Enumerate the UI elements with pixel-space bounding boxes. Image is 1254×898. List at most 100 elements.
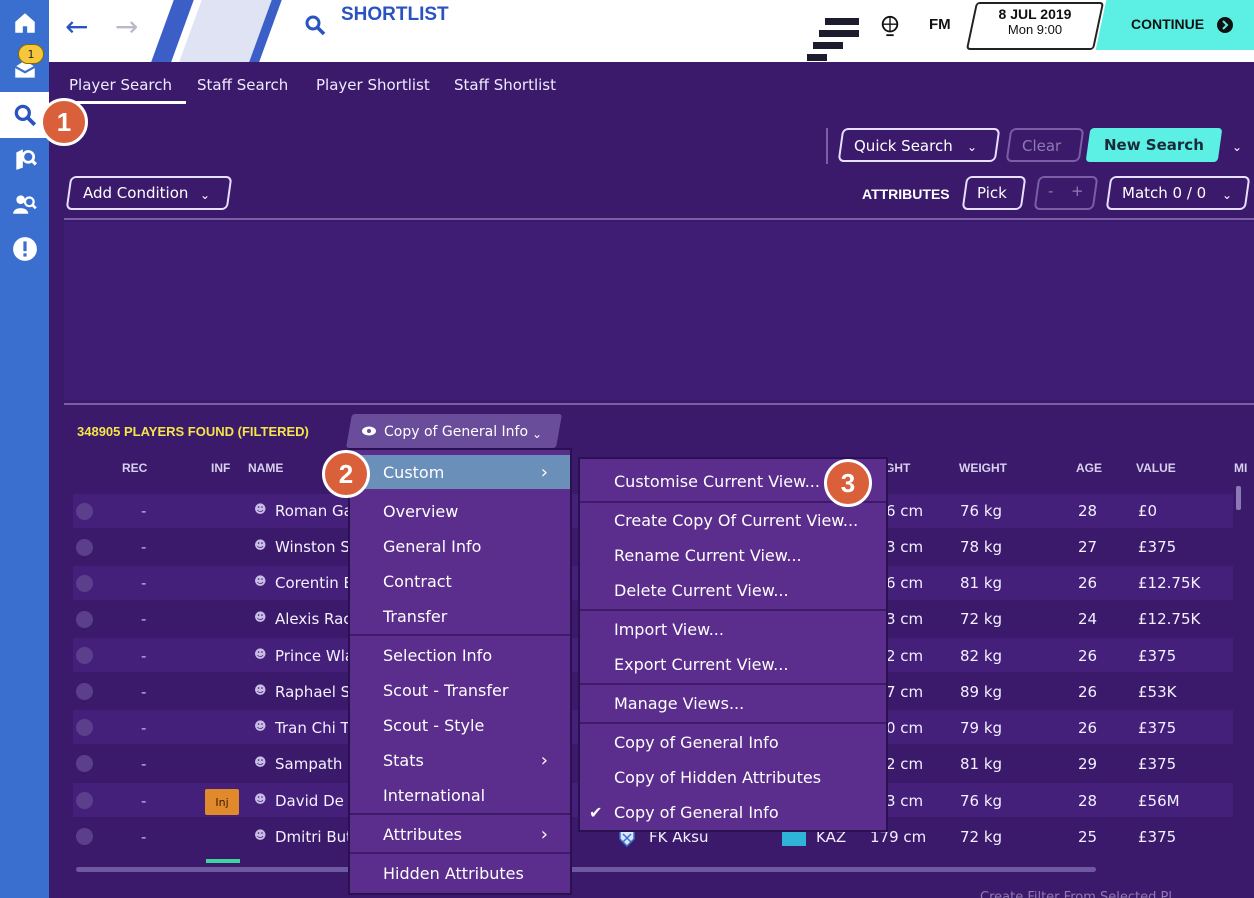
checkmark-icon[interactable] — [76, 683, 93, 700]
column-header-age[interactable]: AGE — [1076, 461, 1102, 475]
menu-item-general-info[interactable]: General Info — [350, 529, 570, 563]
cell-name[interactable]: Alexis Rac — [275, 610, 352, 628]
menu-item-copy-of-hidden-attributes[interactable]: Copy of Hidden Attributes — [580, 760, 886, 794]
forward-arrow-icon[interactable]: → — [115, 10, 138, 43]
minus-button[interactable]: - — [1048, 182, 1053, 200]
menu-item-manage-views[interactable]: Manage Views... — [580, 686, 886, 720]
cell-height: 2 cm — [886, 647, 924, 665]
checkmark-icon[interactable] — [76, 539, 93, 556]
home-icon[interactable] — [0, 0, 49, 46]
cell-value: £375 — [1138, 647, 1177, 665]
checkmark-icon[interactable] — [76, 575, 93, 592]
alert-icon[interactable] — [0, 226, 49, 272]
menu-item-copy-of-general-info-selected[interactable]: ✔ Copy of General Info — [580, 795, 886, 829]
chevron-down-icon[interactable]: ⌄ — [1232, 140, 1242, 154]
cell-weight: 82 kg — [960, 647, 1003, 665]
plus-button[interactable]: + — [1071, 182, 1084, 200]
column-header-height[interactable]: GHT — [885, 461, 910, 475]
injury-badge[interactable]: Inj — [205, 789, 239, 815]
cell-value: £375 — [1138, 755, 1177, 773]
horizontal-scrollbar[interactable] — [76, 867, 1096, 872]
menu-item-scout-transfer[interactable]: Scout - Transfer — [350, 673, 570, 707]
menu-item-label: Overview — [383, 501, 459, 521]
checkmark-icon[interactable] — [76, 719, 93, 736]
cell-name[interactable]: Roman Ga — [275, 502, 353, 520]
cell-age: 26 — [1078, 647, 1098, 665]
menu-item-rename-view[interactable]: Rename Current View... — [580, 538, 886, 572]
column-header-inf[interactable]: INF — [211, 461, 230, 475]
vertical-scrollbar[interactable] — [1236, 486, 1241, 510]
menu-item-transfer[interactable]: Transfer — [350, 599, 570, 633]
person-icon: ☻ — [254, 792, 267, 806]
conditions-panel — [64, 222, 1254, 400]
checkmark-icon[interactable] — [76, 503, 93, 520]
cell-name[interactable]: Raphael S — [275, 683, 350, 701]
top-bar: ← → SHORTLIST FM 8 JUL 2019 Mon 9:00 CON… — [49, 0, 1254, 62]
cell-value: £53K — [1138, 683, 1177, 701]
minus-plus-stepper[interactable] — [1033, 176, 1099, 210]
menu-item-scout-style[interactable]: Scout - Style — [350, 708, 570, 742]
cell-name[interactable]: Winston S — [275, 538, 350, 556]
menu-item-delete-view[interactable]: Delete Current View... — [580, 573, 886, 607]
menu-separator — [580, 609, 886, 611]
cell-height: 3 cm — [886, 610, 924, 628]
globe-icon[interactable] — [879, 14, 901, 38]
checkmark-icon[interactable] — [76, 611, 93, 628]
tab-player-search[interactable]: Player Search — [69, 76, 172, 94]
person-icon: ☻ — [254, 755, 267, 769]
menu-item-hidden-attributes[interactable]: Hidden Attributes — [350, 856, 570, 890]
menu-item-selection-info[interactable]: Selection Info — [350, 638, 570, 672]
cell-name[interactable]: Prince Wla — [275, 647, 354, 665]
speed-stripe — [819, 30, 859, 37]
menu-item-label: Scout - Transfer — [383, 680, 509, 700]
menu-item-custom[interactable]: Custom › — [350, 455, 570, 489]
menu-item-import-view[interactable]: Import View... — [580, 612, 886, 646]
cell-name[interactable]: Tran Chi T — [275, 719, 350, 737]
column-header-more[interactable]: MI — [1234, 461, 1247, 475]
cell-age: 26 — [1078, 574, 1098, 592]
staff-search-icon[interactable] — [0, 181, 49, 227]
person-icon: ☻ — [254, 574, 267, 588]
callout-1: 1 — [40, 98, 88, 146]
cell-name[interactable]: Sampath I — [275, 755, 352, 773]
column-header-name[interactable]: NAME — [248, 461, 283, 475]
menu-item-export-view[interactable]: Export Current View... — [580, 647, 886, 681]
time-label: Mon 9:00 — [1007, 22, 1063, 37]
cell-name[interactable]: Dmitri But — [275, 828, 352, 846]
back-arrow-icon[interactable]: ← — [65, 10, 88, 43]
menu-item-attributes[interactable]: Attributes › — [350, 817, 570, 851]
checkmark-icon[interactable] — [76, 792, 93, 809]
cell-name[interactable]: David De C — [275, 792, 359, 810]
column-header-rec[interactable]: REC — [122, 461, 147, 475]
column-header-value[interactable]: VALUE — [1136, 461, 1176, 475]
menu-item-create-copy[interactable]: Create Copy Of Current View... — [580, 503, 886, 537]
continue-arrow-icon — [1217, 17, 1233, 33]
cell-age: 28 — [1078, 792, 1098, 810]
cell-rec: - — [141, 755, 147, 773]
checkmark-icon[interactable] — [76, 828, 93, 845]
checkmark-icon[interactable] — [76, 755, 93, 772]
cell-name[interactable]: Corentin E — [275, 574, 353, 592]
menu-item-international[interactable]: International — [350, 778, 570, 812]
column-header-weight[interactable]: WEIGHT — [959, 461, 1007, 475]
create-filter-button[interactable]: Create Filter From Selected Pl... — [980, 890, 1184, 898]
game-date: 8 JUL 2019 Mon 9:00 — [971, 6, 1099, 37]
cell-rec: - — [141, 574, 147, 592]
menu-item-overview[interactable]: Overview — [350, 494, 570, 528]
menu-item-label: International — [383, 785, 486, 805]
tab-player-shortlist[interactable]: Player Shortlist — [316, 76, 430, 94]
tab-staff-shortlist[interactable]: Staff Shortlist — [454, 76, 556, 94]
checkmark-icon[interactable] — [76, 647, 93, 664]
scouting-icon[interactable] — [0, 136, 49, 182]
checkmark-icon: ✔ — [589, 802, 603, 822]
chevron-right-icon: › — [540, 749, 548, 771]
fm-logo[interactable]: FM — [929, 16, 951, 33]
menu-item-stats[interactable]: Stats › — [350, 743, 570, 777]
cell-weight: 81 kg — [960, 574, 1003, 592]
pick-label: Pick — [977, 184, 1007, 202]
tab-staff-search[interactable]: Staff Search — [197, 76, 288, 94]
new-search-label: New Search — [1104, 136, 1204, 154]
menu-item-copy-of-general-info[interactable]: Copy of General Info — [580, 725, 886, 759]
cell-age: 24 — [1078, 610, 1098, 628]
menu-item-contract[interactable]: Contract — [350, 564, 570, 598]
